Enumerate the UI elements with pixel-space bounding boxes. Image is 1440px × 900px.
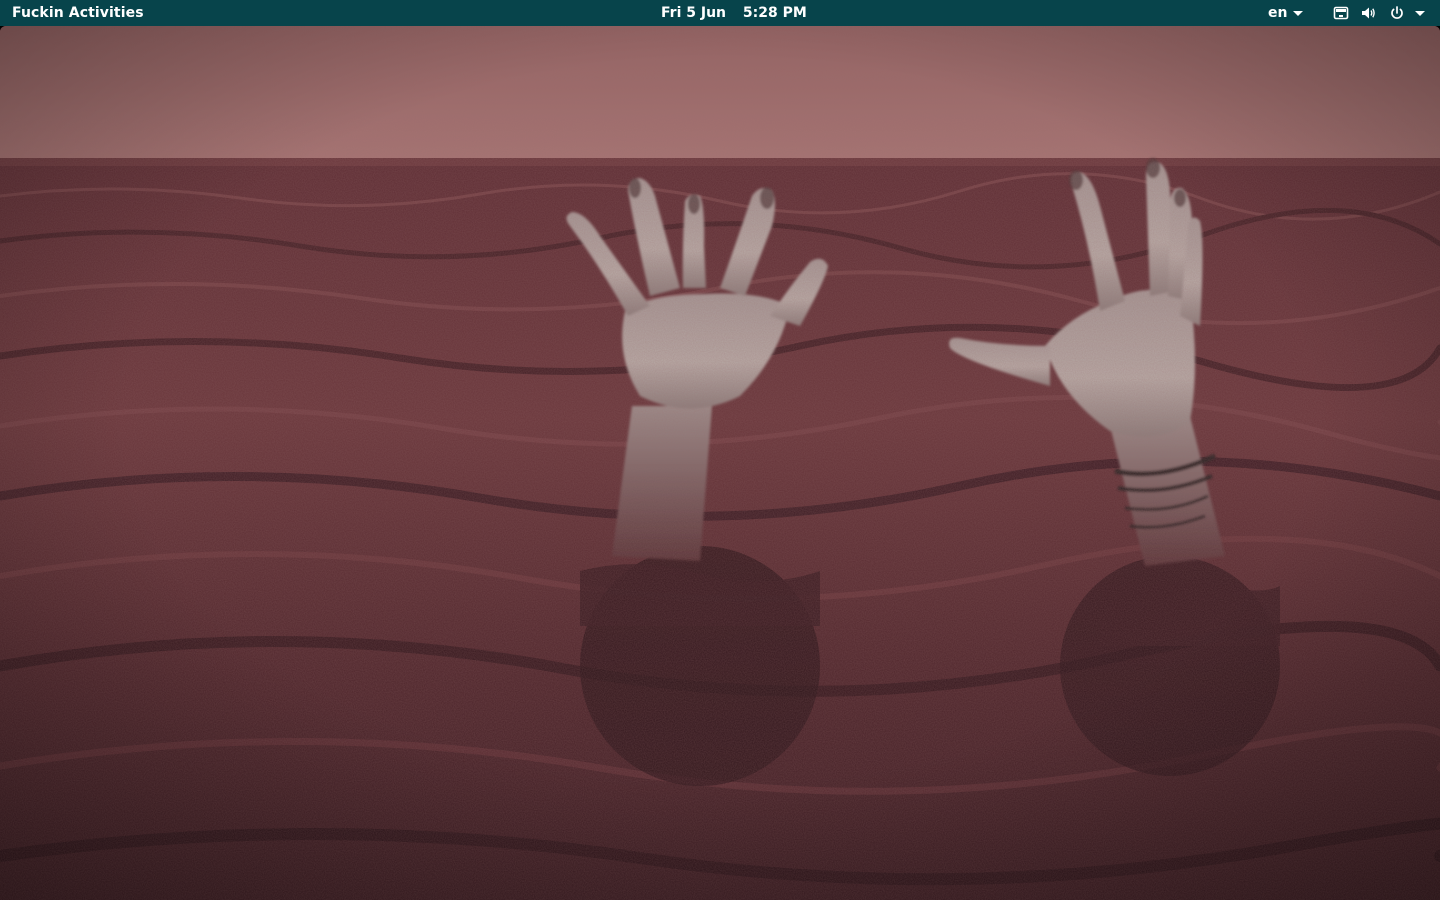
- wallpaper-image: [0, 26, 1440, 900]
- system-menu-chevron-icon[interactable]: [1412, 5, 1428, 21]
- chevron-down-icon: [1293, 11, 1304, 16]
- screen-icon[interactable]: [1333, 5, 1349, 21]
- desktop-wallpaper: [0, 26, 1440, 900]
- language-label: en: [1268, 5, 1288, 21]
- top-bar: Fuckin Activities Fri 5 Jun 5:28 PM en: [0, 0, 1440, 26]
- keyboard-language-button[interactable]: en: [1268, 0, 1304, 26]
- clock-date: Fri 5 Jun: [661, 5, 727, 21]
- clock-button[interactable]: Fri 5 Jun 5:28 PM: [661, 0, 807, 26]
- power-icon[interactable]: [1389, 5, 1405, 21]
- clock-time: 5:28 PM: [742, 5, 807, 21]
- activities-button[interactable]: Fuckin Activities: [12, 0, 144, 26]
- volume-icon[interactable]: [1361, 5, 1377, 21]
